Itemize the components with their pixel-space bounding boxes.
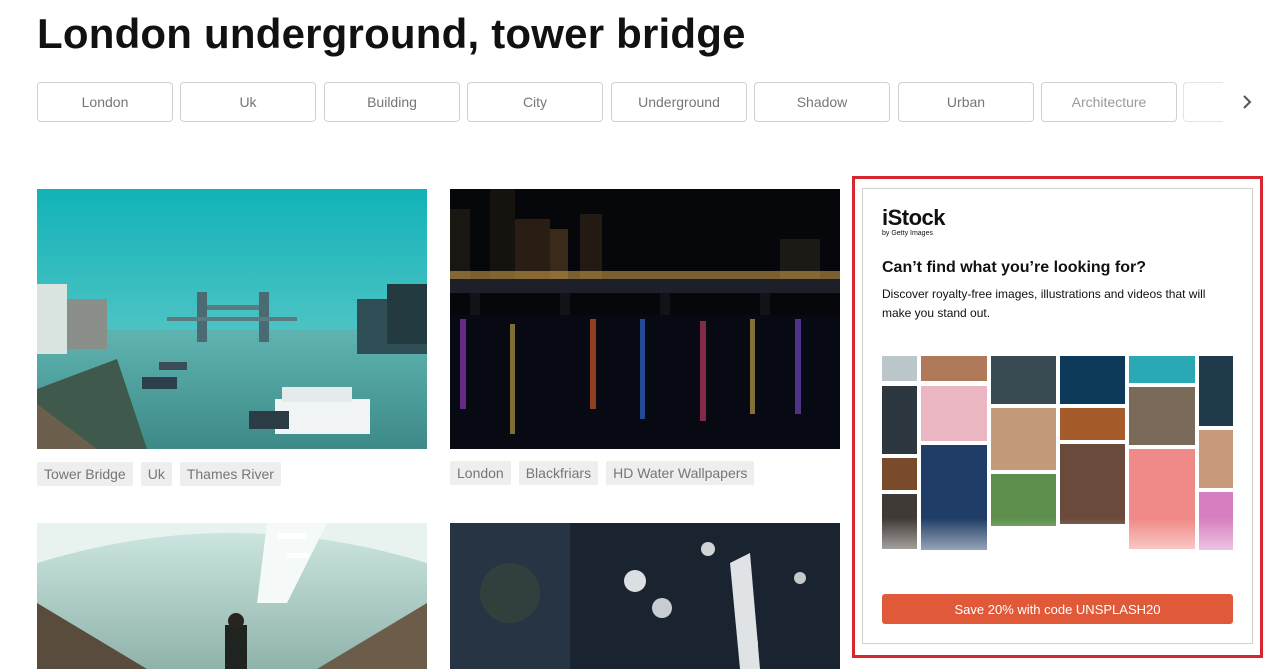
bokeh-lights-photo[interactable] xyxy=(450,523,840,669)
photo-tag[interactable]: Blackfriars xyxy=(518,461,599,485)
ad-cta-button[interactable]: Save 20% with code UNSPLASH20 xyxy=(882,594,1233,624)
ad-image-collage[interactable] xyxy=(882,356,1233,578)
photo-tag[interactable]: HD Water Wallpapers xyxy=(606,461,755,485)
tag-building[interactable]: Building xyxy=(324,82,460,122)
photo-tag[interactable]: Tower Bridge xyxy=(37,462,133,486)
page-title: London underground, tower bridge xyxy=(37,10,746,57)
chevron-right-icon xyxy=(1243,95,1252,109)
photo-tag[interactable]: London xyxy=(450,461,511,485)
tag-london[interactable]: London xyxy=(37,82,173,122)
tag-uk[interactable]: Uk xyxy=(180,82,316,122)
photo-2-tags: London Blackfriars HD Water Wallpapers xyxy=(450,461,755,485)
ad-description: Discover royalty-free images, illustrati… xyxy=(882,287,1206,320)
ad-collage-fade xyxy=(882,518,1233,578)
tower-bridge-photo[interactable] xyxy=(37,189,427,449)
tag-shadow[interactable]: Shadow xyxy=(754,82,890,122)
related-tags-row: London Uk Building City Underground Shad… xyxy=(37,82,1264,122)
istock-logo[interactable]: iStock by Getty Images xyxy=(882,205,946,238)
istock-brand: iStock xyxy=(882,205,946,230)
photo-tag[interactable]: Thames River xyxy=(179,462,281,486)
blackfriars-night-photo[interactable] xyxy=(450,189,840,449)
photo-tag[interactable]: Uk xyxy=(140,462,172,486)
tags-next-button[interactable] xyxy=(1233,88,1261,116)
photo-1-tags: Tower Bridge Uk Thames River xyxy=(37,462,281,486)
ad-heading: Can’t find what you’re looking for? xyxy=(882,259,1146,276)
underground-tunnel-photo[interactable] xyxy=(37,523,427,669)
istock-ad-card[interactable]: iStock by Getty Images Can’t find what y… xyxy=(862,188,1253,644)
tag-city[interactable]: City xyxy=(467,82,603,122)
tag-architecture[interactable]: Architecture xyxy=(1041,82,1177,122)
tag-urban[interactable]: Urban xyxy=(898,82,1034,122)
tag-underground[interactable]: Underground xyxy=(611,82,747,122)
istock-brand-sub: by Getty Images xyxy=(882,230,933,237)
tag-overflow-fade xyxy=(1183,82,1223,122)
